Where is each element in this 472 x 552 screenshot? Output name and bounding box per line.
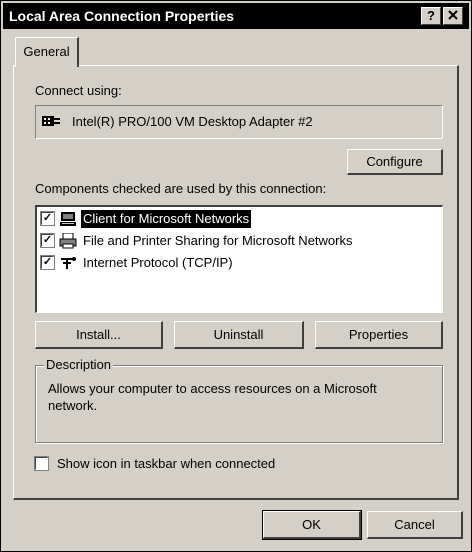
cancel-button[interactable]: Cancel <box>367 511 463 539</box>
configure-button[interactable]: Configure <box>347 149 443 175</box>
component-checkbox[interactable]: ✓ <box>40 233 55 248</box>
description-group: Description Allows your computer to acce… <box>35 357 443 443</box>
show-icon-checkbox[interactable] <box>34 456 49 471</box>
component-label: File and Printer Sharing for Microsoft N… <box>83 233 353 248</box>
component-item-file-printer-sharing[interactable]: ✓ File and Printer Sharing for Microsoft… <box>40 231 421 251</box>
network-adapter-icon <box>42 116 60 126</box>
ok-button[interactable]: OK <box>262 510 362 540</box>
component-label: Internet Protocol (TCP/IP) <box>83 255 233 270</box>
component-checkbox[interactable]: ✓ <box>40 255 55 270</box>
file-printer-sharing-icon <box>59 233 77 249</box>
component-checkbox[interactable]: ✓ <box>40 211 55 226</box>
component-item-client[interactable]: ✓ Client for Microsoft Networks <box>40 209 421 229</box>
uninstall-button[interactable]: Uninstall <box>174 321 304 349</box>
help-button[interactable]: ? <box>421 7 441 25</box>
components-list[interactable]: ✓ Client for Microsoft Networks ✓ File a… <box>35 205 443 313</box>
client-icon <box>60 212 76 226</box>
components-label: Components checked are used by this conn… <box>35 181 327 196</box>
connect-using-label: Connect using: <box>35 83 122 98</box>
window-title: Local Area Connection Properties <box>9 8 235 24</box>
adapter-field: Intel(R) PRO/100 VM Desktop Adapter #2 <box>35 105 443 139</box>
component-label: Client for Microsoft Networks <box>81 210 252 228</box>
adapter-name: Intel(R) PRO/100 VM Desktop Adapter #2 <box>72 114 313 129</box>
component-item-tcp-ip[interactable]: ✓ Internet Protocol (TCP/IP) <box>40 253 421 273</box>
tab-general[interactable]: General <box>15 37 79 67</box>
close-icon <box>448 10 458 20</box>
protocol-icon <box>61 257 76 269</box>
properties-button[interactable]: Properties <box>315 321 443 349</box>
description-legend: Description <box>44 357 114 372</box>
title-bar[interactable]: Local Area Connection Properties ? <box>3 3 469 29</box>
show-icon-label[interactable]: Show icon in taskbar when connected <box>57 456 275 471</box>
properties-dialog: Local Area Connection Properties ? Gener… <box>0 0 472 552</box>
install-button[interactable]: Install... <box>35 321 163 349</box>
close-button[interactable] <box>443 7 463 25</box>
description-text: Allows your computer to access resources… <box>48 381 377 413</box>
